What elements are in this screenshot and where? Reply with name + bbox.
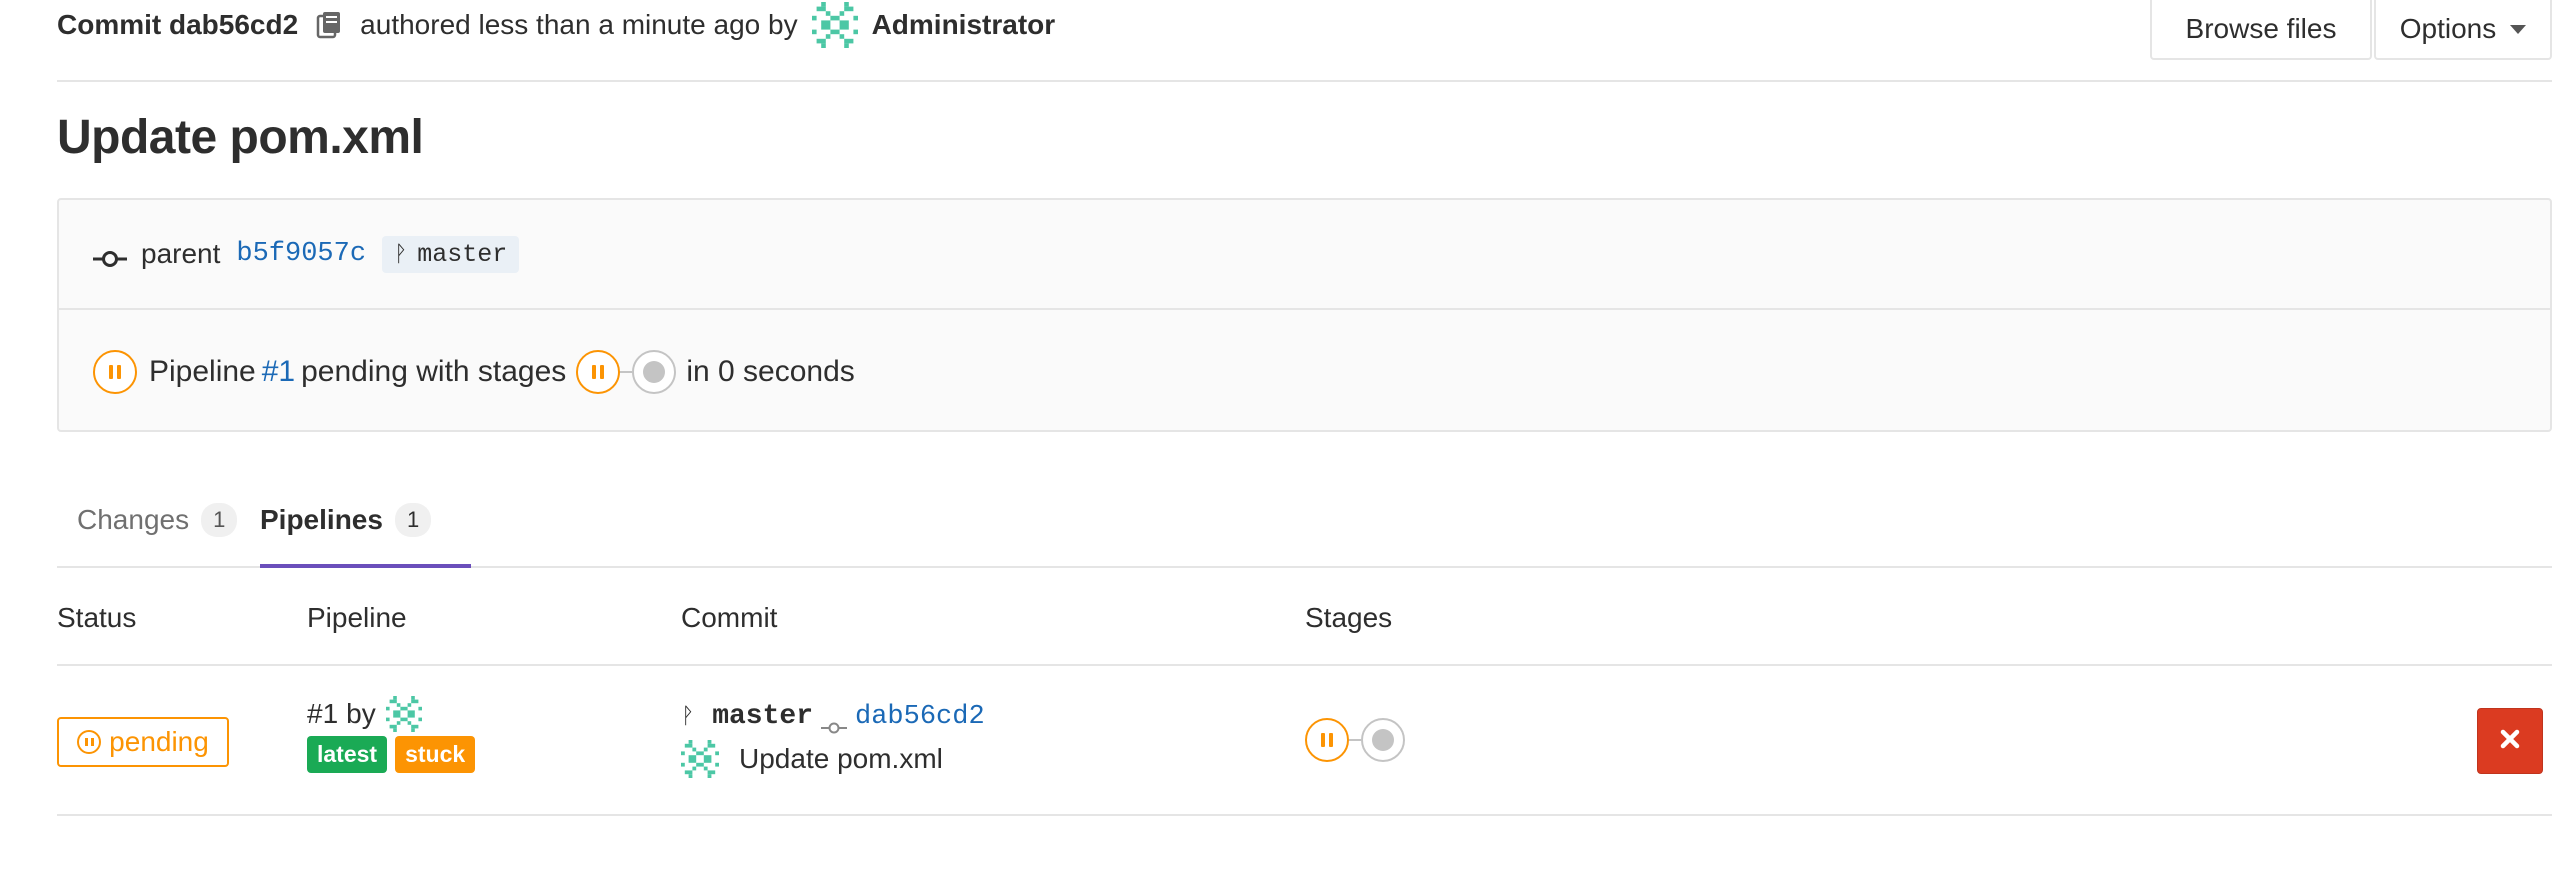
table-row: pending #1 by latest stuck ᚹ master dab5… <box>57 666 2552 816</box>
clipboard-icon[interactable] <box>314 10 344 40</box>
pipeline-duration: in 0 seconds <box>686 355 855 388</box>
options-dropdown-button[interactable]: Options <box>2374 0 2552 60</box>
commit-cell: ᚹ master dab56cd2 Update pom.xml <box>681 701 985 778</box>
author-avatar[interactable] <box>811 2 858 48</box>
status-badge[interactable]: pending <box>57 717 229 767</box>
authored-text: authored less than a minute ago by <box>360 9 798 40</box>
pipelines-table-header: Status Pipeline Commit Stages <box>57 570 2552 666</box>
browse-files-button[interactable]: Browse files <box>2150 0 2372 60</box>
parent-label: parent <box>141 238 221 269</box>
stage-pending-icon[interactable] <box>1305 718 1349 762</box>
branch-icon: ᚹ <box>681 704 695 729</box>
commit-parent-row: parent b5f9057c ᚹ master <box>59 200 2550 310</box>
branch-tag[interactable]: ᚹ master <box>382 235 520 273</box>
pending-status-icon <box>77 730 102 754</box>
commit-info-block: parent b5f9057c ᚹ master Pipeline #1 pen… <box>57 198 2552 432</box>
column-header-commit: Commit <box>681 602 778 633</box>
label-stuck: stuck <box>395 736 476 773</box>
pipeline-status-text: pending with stages <box>301 355 567 388</box>
commit-tabs: Changes 1 Pipelines 1 <box>57 472 2552 568</box>
commit-icon <box>821 710 848 733</box>
triggerer-avatar[interactable] <box>385 696 422 732</box>
stage-connector <box>1349 739 1361 741</box>
pipeline-id-link[interactable]: #1 <box>307 698 338 730</box>
pipeline-status-row: Pipeline #1 pending with stages in 0 sec… <box>59 312 2550 432</box>
close-icon <box>2499 725 2521 757</box>
commit-header: Commit dab56cd2 authored less than a min… <box>57 0 2552 82</box>
pending-status-icon[interactable] <box>93 350 137 394</box>
tab-pipelines[interactable]: Pipelines 1 <box>260 472 432 568</box>
commit-sha-link[interactable]: dab56cd2 <box>855 702 985 732</box>
column-header-stages: Stages <box>1305 602 1393 633</box>
pipeline-prefix: Pipeline <box>149 355 256 388</box>
column-header-status: Status <box>57 602 137 633</box>
stage-pending-icon[interactable] <box>576 350 621 394</box>
tab-changes-label: Changes <box>77 504 190 535</box>
mini-pipeline-graph <box>576 350 677 394</box>
commit-title: Commit dab56cd2 <box>57 9 299 40</box>
options-label: Options <box>2399 13 2497 44</box>
stages-cell <box>1305 718 1405 762</box>
pipeline-cell: #1 by latest stuck <box>307 696 476 773</box>
commit-author-avatar[interactable] <box>681 740 719 778</box>
tab-pipelines-count: 1 <box>394 503 432 537</box>
branch-name: master <box>417 239 508 269</box>
status-badge-label: pending <box>109 726 209 757</box>
pipeline-by-label: by <box>346 698 376 729</box>
label-latest: latest <box>307 736 388 773</box>
tab-changes-count: 1 <box>201 503 238 537</box>
commit-branch-link[interactable]: master <box>712 701 813 732</box>
branch-icon: ᚹ <box>394 241 408 267</box>
stage-created-icon[interactable] <box>1361 718 1405 762</box>
commit-header-info: Commit dab56cd2 authored less than a min… <box>57 0 1055 50</box>
active-tab-indicator <box>260 564 471 568</box>
caret-down-icon <box>2510 24 2527 34</box>
pipeline-labels: latest stuck <box>307 736 476 773</box>
commit-page: Commit dab56cd2 authored less than a min… <box>0 0 2560 874</box>
column-header-pipeline: Pipeline <box>307 602 407 633</box>
stage-connector <box>620 371 633 373</box>
parent-sha-link[interactable]: b5f9057c <box>236 239 366 269</box>
page-title: Update pom.xml <box>57 111 424 164</box>
author-name[interactable]: Administrator <box>872 9 1056 41</box>
stage-created-icon[interactable] <box>632 350 677 394</box>
tab-pipelines-label: Pipelines <box>260 504 383 535</box>
tab-changes[interactable]: Changes 1 <box>77 472 238 568</box>
browse-files-label: Browse files <box>2185 13 2337 44</box>
commit-icon <box>93 244 127 267</box>
commit-message-link[interactable]: Update pom.xml <box>739 743 943 775</box>
pipeline-link[interactable]: #1 <box>262 355 295 389</box>
cancel-pipeline-button[interactable] <box>2477 708 2543 774</box>
